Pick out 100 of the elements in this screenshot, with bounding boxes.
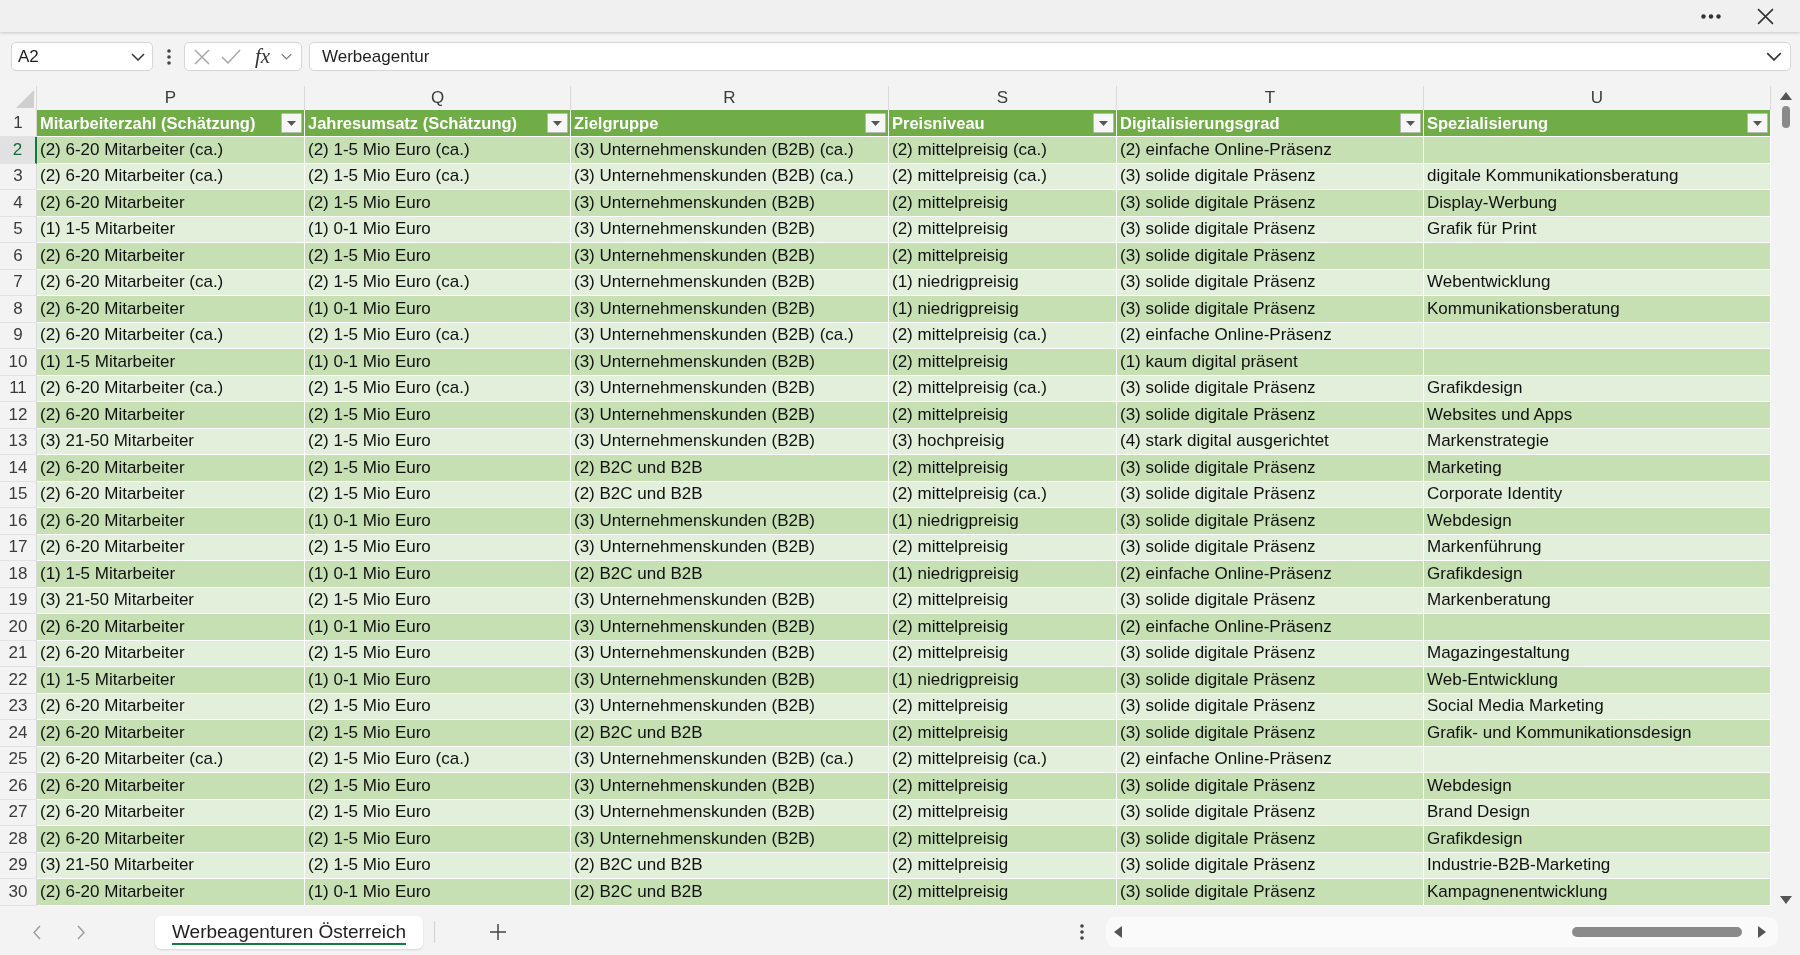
table-cell: (1) 1-5 Mitarbeiter [37,561,305,588]
table-cell: Webdesign [1424,508,1771,535]
row-number[interactable]: 11 [0,375,37,402]
filter-button[interactable] [1400,113,1421,133]
row-number[interactable]: 10 [0,349,37,376]
table-cell: (3) solide digitale Präsenz [1117,216,1424,243]
filter-button[interactable] [1093,113,1114,133]
row-number[interactable]: 5 [0,216,37,243]
more-icon[interactable] [1080,924,1085,940]
table-cell: Websites und Apps [1424,402,1771,429]
chevron-down-icon[interactable] [1766,52,1782,61]
row-number[interactable]: 28 [0,826,37,853]
row-number[interactable]: 13 [0,428,37,455]
filter-button[interactable] [281,113,302,133]
table-cell: Industrie-B2B-Marketing [1424,852,1771,879]
name-box[interactable]: A2 [11,42,153,71]
table-cell: (2) 6-20 Mitarbeiter [37,693,305,720]
table-cell: (2) 1-5 Mio Euro [305,693,571,720]
plus-icon[interactable] [490,924,507,940]
close-icon[interactable] [1757,7,1774,25]
scroll-thumb[interactable] [1572,927,1743,937]
row-number[interactable]: 29 [0,852,37,879]
sheet-tab[interactable]: Werbeagenturen Österreich [155,915,424,949]
table-cell: (3) 21-50 Mitarbeiter [37,587,305,614]
row-number[interactable]: 7 [0,269,37,296]
row-number[interactable]: 16 [0,508,37,535]
row-number[interactable]: 14 [0,455,37,482]
table-cell: (1) 0-1 Mio Euro [305,667,571,694]
filter-button[interactable] [865,113,886,133]
row-number[interactable]: 23 [0,693,37,720]
table-cell: (2) mittelpreisig [889,402,1117,429]
table-cell: (2) mittelpreisig (ca.) [889,322,1117,349]
scroll-down-icon[interactable] [1779,896,1792,904]
scroll-thumb[interactable] [1781,106,1790,128]
table-cell: Grafik für Print [1424,216,1771,243]
row-number[interactable]: 30 [0,879,37,906]
table-cell: (3) Unternehmenskunden (B2B) [571,269,889,296]
filter-button[interactable] [547,113,568,133]
row-number[interactable]: 4 [0,190,37,217]
table-cell: (2) mittelpreisig (ca.) [889,481,1117,508]
row-number[interactable]: 6 [0,243,37,270]
table-cell: (3) Unternehmenskunden (B2B) [571,508,889,535]
table-cell: (3) solide digitale Präsenz [1117,296,1424,323]
row-number[interactable]: 26 [0,773,37,800]
scroll-right-icon[interactable] [1758,926,1767,938]
table-cell: (3) Unternehmenskunden (B2B) (ca.) [571,163,889,190]
table-cell: Web-Entwicklung [1424,667,1771,694]
formula-input[interactable]: Werbeagentur [309,42,1791,71]
row-number[interactable]: 12 [0,402,37,429]
chevron-left-icon[interactable] [33,924,41,940]
scroll-left-icon[interactable] [1114,926,1123,938]
row-number[interactable]: 22 [0,667,37,694]
filter-button[interactable] [1747,113,1768,133]
row-number[interactable]: 15 [0,481,37,508]
check-icon[interactable] [221,49,241,64]
row-number[interactable]: 19 [0,587,37,614]
table-cell: (3) solide digitale Präsenz [1117,773,1424,800]
table-cell: (3) solide digitale Präsenz [1117,163,1424,190]
table-cell: (2) 1-5 Mio Euro [305,481,571,508]
row-number[interactable]: 17 [0,534,37,561]
table-cell: (2) 1-5 Mio Euro [305,799,571,826]
row-number[interactable]: 18 [0,561,37,588]
row-number[interactable]: 21 [0,640,37,667]
table-cell: (2) 6-20 Mitarbeiter [37,455,305,482]
table-cell: (1) 0-1 Mio Euro [305,296,571,323]
table-cell: Webdesign [1424,773,1771,800]
row-number[interactable]: 8 [0,296,37,323]
table-cell: (1) 0-1 Mio Euro [305,508,571,535]
table-cell: (2) 6-20 Mitarbeiter (ca.) [37,137,305,164]
scroll-up-icon[interactable] [1779,92,1792,100]
table-cell: (3) Unternehmenskunden (B2B) [571,826,889,853]
table-cell: (3) solide digitale Präsenz [1117,826,1424,853]
row-number[interactable]: 27 [0,799,37,826]
more-icon[interactable] [166,48,171,65]
row-number[interactable]: 2 [0,137,37,164]
table-cell: Markenberatung [1424,587,1771,614]
row-number[interactable]: 20 [0,614,37,641]
table-cell: (3) solide digitale Präsenz [1117,693,1424,720]
row-number[interactable]: 25 [0,746,37,773]
chevron-down-icon[interactable] [131,52,145,61]
table-cell: (2) 6-20 Mitarbeiter [37,508,305,535]
table-cell: (2) 1-5 Mio Euro (ca.) [305,269,571,296]
table-cell: (2) B2C und B2B [571,720,889,747]
table-cell: (2) mittelpreisig [889,534,1117,561]
row-number[interactable]: 1 [0,110,37,137]
more-icon[interactable] [1701,13,1721,19]
table-cell: (2) 6-20 Mitarbeiter [37,481,305,508]
table-cell: Kampagnenentwicklung [1424,879,1771,906]
table-cell: (3) solide digitale Präsenz [1117,879,1424,906]
table-cell: (2) 1-5 Mio Euro [305,402,571,429]
insert-function-label[interactable]: fx [255,46,271,67]
table-cell: (1) 0-1 Mio Euro [305,879,571,906]
row-number[interactable]: 3 [0,163,37,190]
table-cell: Kommunikationsberatung [1424,296,1771,323]
row-number[interactable]: 24 [0,720,37,747]
column-heading: Zielgruppe [574,113,659,133]
chevron-right-icon[interactable] [77,924,85,940]
row-number[interactable]: 9 [0,322,37,349]
table-cell: (2) mittelpreisig [889,693,1117,720]
table-cell: (2) 1-5 Mio Euro (ca.) [305,163,571,190]
